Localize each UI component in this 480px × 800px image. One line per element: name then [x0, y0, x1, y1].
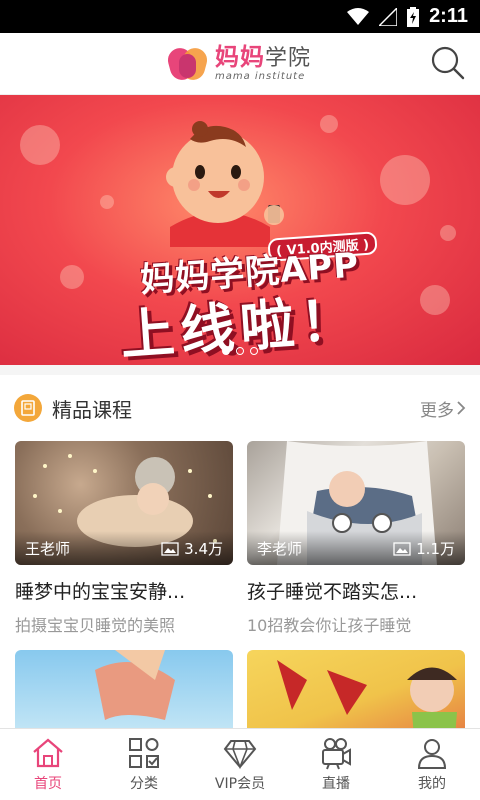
course-title: 孩子睡觉不踏实怎...	[247, 581, 418, 603]
screen: 2:11 妈妈学院 mama institute (V1.0内测版) 妈妈学…	[0, 0, 480, 800]
image-views-icon	[393, 541, 411, 556]
cartoon-baby-illustration	[166, 121, 284, 247]
search-button[interactable]	[430, 45, 466, 81]
search-icon	[431, 46, 465, 80]
course-title: 睡梦中的宝宝安静...	[15, 581, 186, 603]
more-link[interactable]: 更多	[420, 396, 466, 421]
app-logo: 妈妈学院 mama institute	[165, 43, 311, 83]
signal-icon	[379, 7, 398, 26]
tab-profile[interactable]: 我的	[384, 729, 480, 800]
course-card[interactable]	[15, 650, 233, 734]
tab-label: 直播	[322, 776, 350, 792]
category-icon	[129, 738, 159, 768]
view-count: 3.4万	[184, 540, 223, 558]
app-header: 妈妈学院 mama institute	[0, 33, 480, 95]
logo-english-text: mama institute	[214, 71, 306, 82]
carousel-dot[interactable]	[236, 347, 244, 355]
course-thumbnail: 王老师 3.4万	[15, 441, 233, 565]
course-thumbnail	[15, 650, 233, 734]
logo-rest-text: 学院	[264, 46, 311, 71]
more-label: 更多	[420, 400, 454, 421]
teacher-name: 王老师	[25, 540, 71, 558]
course-thumbnail	[247, 650, 465, 734]
status-bar: 2:11	[0, 0, 480, 33]
tab-label: 首页	[34, 776, 62, 792]
promo-banner[interactable]: ( V1.0内测版 ) 妈妈学院APP 上线啦！	[0, 95, 480, 365]
video-camera-icon	[322, 738, 351, 770]
bottom-tab-bar: 首页 分类 VIP会员 直播 我的	[0, 728, 480, 800]
tab-vip[interactable]: VIP会员	[192, 729, 288, 800]
tab-category[interactable]: 分类	[96, 729, 192, 800]
course-description: 10招教会你让孩子睡觉	[247, 616, 412, 635]
tab-live[interactable]: 直播	[288, 729, 384, 800]
chevron-right-icon	[457, 401, 466, 415]
diamond-icon	[223, 740, 257, 770]
section-title: 精品课程	[52, 397, 132, 422]
featured-courses-header: 精品课程 更多	[0, 375, 480, 441]
carousel-dot[interactable]	[222, 347, 230, 355]
wifi-icon	[347, 7, 370, 26]
logo-mark-icon	[165, 44, 210, 83]
image-views-icon	[161, 541, 179, 556]
user-icon	[417, 739, 447, 769]
course-card[interactable]: 王老师 3.4万 睡梦中的宝宝安静... 拍摄宝宝贝睡觉的美照	[15, 441, 233, 636]
battery-icon	[407, 6, 420, 27]
clock: 2:11	[429, 5, 468, 27]
tab-label: 分类	[130, 776, 158, 792]
course-grid: 王老师 3.4万 睡梦中的宝宝安静... 拍摄宝宝贝睡觉的美照 李老师 1.1万…	[0, 441, 480, 734]
tab-home[interactable]: 首页	[0, 729, 96, 800]
course-card[interactable]	[247, 650, 465, 734]
course-description: 拍摄宝宝贝睡觉的美照	[15, 616, 176, 635]
tab-label: VIP会员	[214, 776, 266, 792]
teacher-name: 李老师	[257, 540, 303, 558]
book-icon	[14, 394, 42, 422]
home-icon	[33, 738, 63, 768]
carousel-indicator	[0, 347, 480, 355]
carousel-dot[interactable]	[250, 347, 258, 355]
logo-brand-text: 妈妈	[214, 43, 265, 71]
tab-label: 我的	[418, 776, 446, 792]
course-card[interactable]: 李老师 1.1万 孩子睡觉不踏实怎... 10招教会你让孩子睡觉	[247, 441, 465, 636]
view-count: 1.1万	[416, 540, 455, 558]
course-thumbnail: 李老师 1.1万	[247, 441, 465, 565]
